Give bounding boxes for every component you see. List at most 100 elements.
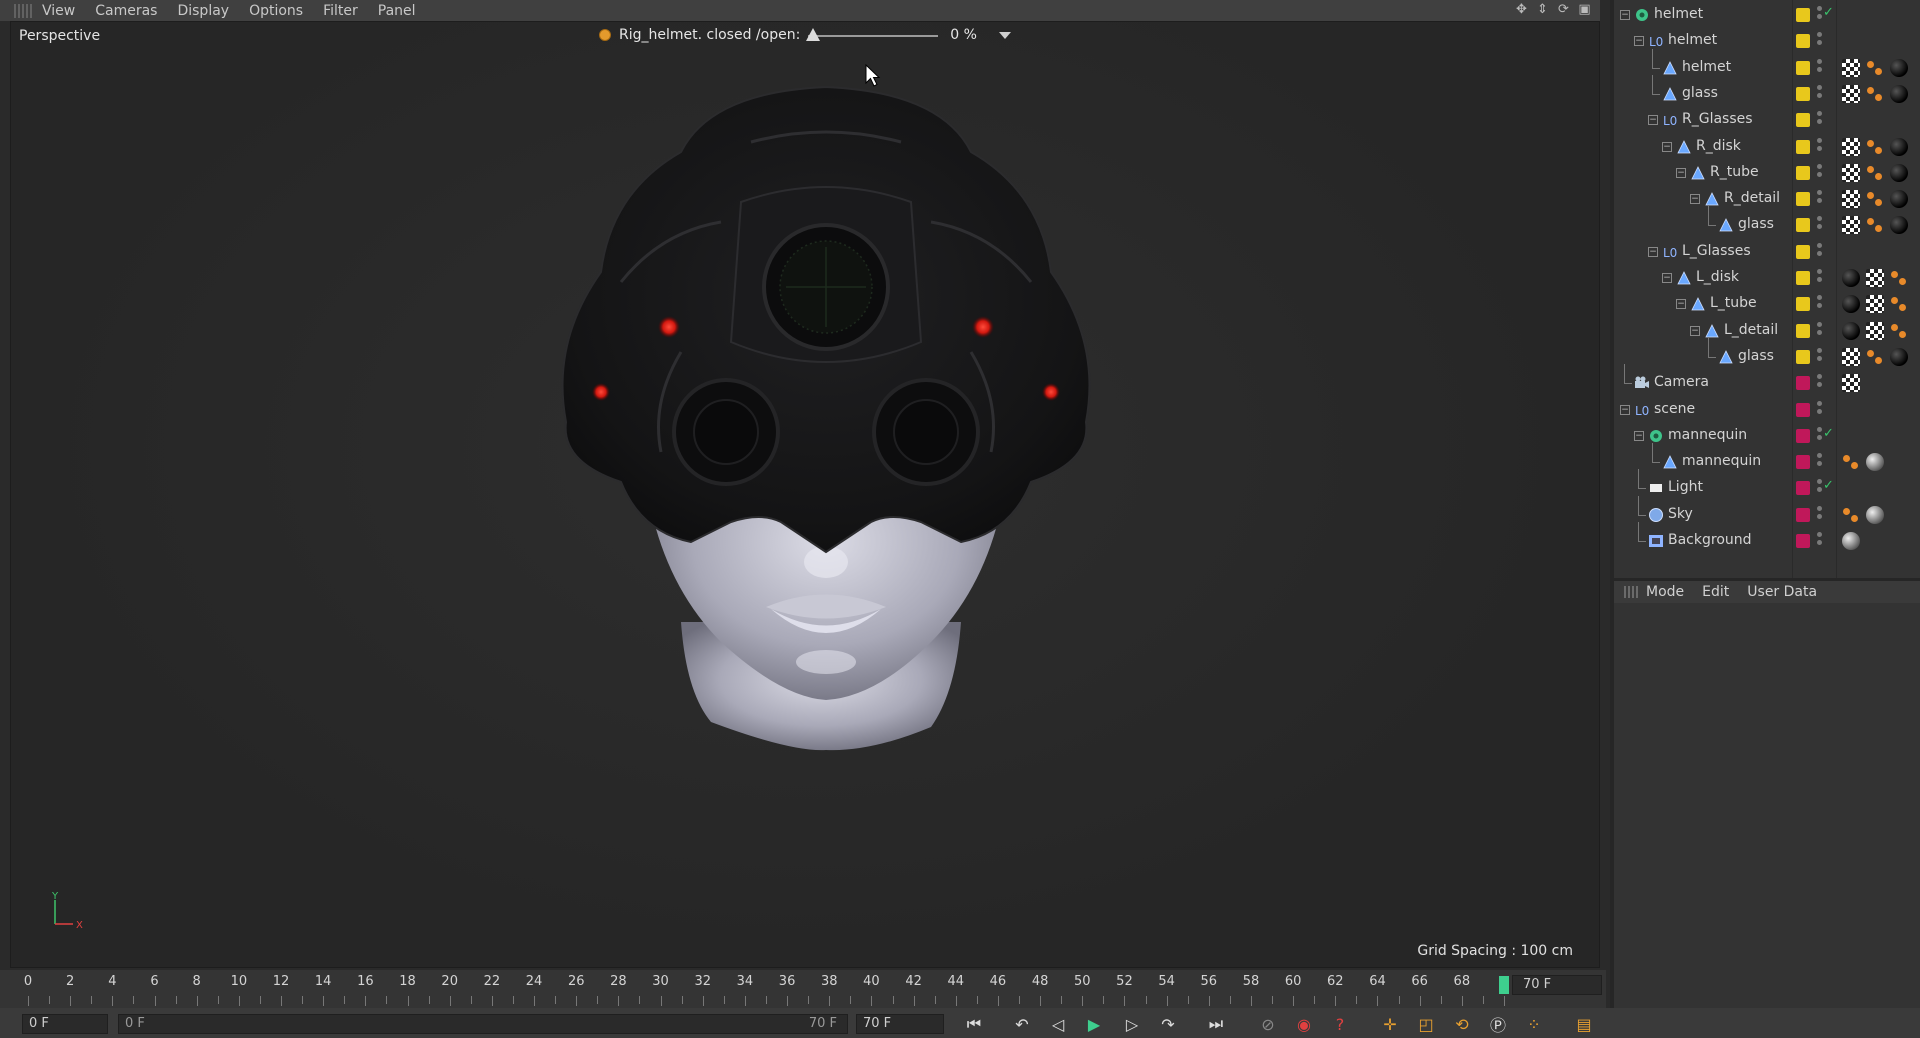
object-row[interactable]: glass: [1614, 74, 1920, 107]
object-name[interactable]: L_detail: [1724, 322, 1778, 338]
parameter-key-icon[interactable]: Ⓟ: [1486, 1013, 1510, 1035]
object-row[interactable]: Sky: [1614, 495, 1920, 528]
object-name[interactable]: glass: [1682, 85, 1718, 101]
layer-color-swatch[interactable]: [1796, 376, 1810, 391]
object-name[interactable]: mannequin: [1668, 427, 1747, 443]
rig-tag-icon[interactable]: [1842, 453, 1860, 471]
dark-tag-icon[interactable]: [1890, 58, 1908, 77]
checker-tag-icon[interactable]: [1842, 58, 1860, 77]
visibility-dots[interactable]: [1817, 32, 1823, 50]
visibility-dots[interactable]: [1817, 532, 1823, 550]
position-key-icon[interactable]: ✛: [1378, 1013, 1402, 1035]
scale-key-icon[interactable]: ◰: [1414, 1013, 1438, 1035]
object-row[interactable]: Camera: [1614, 364, 1920, 396]
rig-tag-icon[interactable]: [1842, 506, 1860, 524]
rotation-key-icon[interactable]: ⟲: [1450, 1013, 1474, 1035]
rig-keyframe-icon[interactable]: [599, 29, 611, 41]
checker-tag-icon[interactable]: [1842, 347, 1860, 366]
layer-color-swatch[interactable]: [1796, 428, 1810, 443]
object-row[interactable]: mannequin: [1614, 443, 1920, 475]
visibility-dots[interactable]: [1817, 400, 1823, 419]
rig-tag-icon[interactable]: [1866, 348, 1884, 366]
object-row[interactable]: glass: [1614, 206, 1920, 238]
move-view-icon[interactable]: ✥: [1514, 2, 1529, 17]
record-disabled-icon[interactable]: ⊘: [1256, 1013, 1280, 1035]
visibility-dots[interactable]: [1817, 374, 1823, 392]
checker-tag-icon[interactable]: [1842, 84, 1860, 103]
range-slider[interactable]: 0 F 70 F: [118, 1014, 848, 1034]
enabled-check-icon[interactable]: ✓: [1823, 426, 1834, 441]
layer-color-swatch[interactable]: [1796, 139, 1810, 154]
object-row[interactable]: − L0 R_Glasses: [1614, 107, 1920, 133]
rig-tag-icon[interactable]: [1866, 59, 1884, 77]
layer-color-swatch[interactable]: [1796, 402, 1810, 417]
rig-tag-icon[interactable]: [1866, 190, 1884, 208]
layer-color-swatch[interactable]: [1796, 481, 1810, 496]
object-row[interactable]: − L0 scene: [1614, 397, 1920, 423]
toggle-view-icon[interactable]: ▣: [1577, 2, 1592, 17]
object-name[interactable]: helmet: [1682, 59, 1731, 75]
object-name[interactable]: helmet: [1668, 32, 1717, 48]
previous-frame-icon[interactable]: ◁: [1046, 1013, 1070, 1035]
rig-tag-icon[interactable]: [1866, 216, 1884, 234]
rig-tag-icon[interactable]: [1890, 322, 1908, 340]
tree-expander-icon[interactable]: −: [1620, 404, 1630, 415]
menu-filter[interactable]: Filter: [313, 3, 368, 19]
object-name[interactable]: L_disk: [1696, 269, 1739, 285]
layer-color-swatch[interactable]: [1796, 113, 1810, 128]
timeline-window-icon[interactable]: ▤: [1572, 1013, 1596, 1035]
tree-expander-icon[interactable]: −: [1648, 246, 1658, 257]
dark-tag-icon[interactable]: [1842, 321, 1860, 340]
layer-color-swatch[interactable]: [1796, 8, 1810, 22]
object-row[interactable]: − L_detail: [1614, 318, 1920, 344]
menu-cameras[interactable]: Cameras: [85, 3, 167, 19]
object-name[interactable]: R_tube: [1710, 164, 1759, 180]
timeline-playhead[interactable]: [1499, 976, 1509, 994]
enabled-check-icon[interactable]: ✓: [1823, 478, 1834, 493]
object-row[interactable]: − L_disk: [1614, 265, 1920, 291]
zoom-view-icon[interactable]: ⇕: [1535, 2, 1550, 17]
object-name[interactable]: glass: [1738, 348, 1774, 364]
tree-expander-icon[interactable]: −: [1690, 194, 1700, 205]
visibility-dots[interactable]: [1817, 137, 1823, 156]
object-row[interactable]: − R_detail: [1614, 186, 1920, 212]
visibility-dots[interactable]: [1817, 505, 1823, 524]
object-row[interactable]: Background: [1614, 522, 1920, 554]
max-frame-field[interactable]: 70 F: [856, 1014, 944, 1034]
tree-expander-icon[interactable]: −: [1620, 10, 1630, 20]
visibility-dots[interactable]: [1817, 163, 1823, 182]
object-name[interactable]: Background: [1668, 532, 1752, 548]
object-name[interactable]: helmet: [1654, 6, 1703, 22]
visibility-dots[interactable]: [1817, 347, 1823, 366]
visibility-dots[interactable]: [1817, 58, 1823, 77]
rig-tag-icon[interactable]: [1866, 138, 1884, 156]
go-to-end-icon[interactable]: ⏭: [1204, 1013, 1228, 1035]
object-name[interactable]: scene: [1654, 401, 1695, 417]
tree-expander-icon[interactable]: −: [1676, 299, 1686, 310]
tree-expander-icon[interactable]: −: [1648, 115, 1658, 126]
tree-expander-icon[interactable]: −: [1662, 273, 1672, 283]
layer-color-swatch[interactable]: [1796, 323, 1810, 338]
enabled-check-icon[interactable]: ✓: [1823, 5, 1834, 20]
checker-tag-icon[interactable]: [1866, 321, 1884, 340]
layer-color-swatch[interactable]: [1796, 271, 1810, 285]
menu-user-data[interactable]: User Data: [1747, 584, 1817, 600]
grey-tag-icon[interactable]: [1842, 532, 1860, 550]
object-name[interactable]: L_tube: [1710, 295, 1757, 311]
visibility-dots[interactable]: [1817, 111, 1823, 129]
menu-panel[interactable]: Panel: [368, 3, 426, 19]
object-row[interactable]: − L_tube: [1614, 291, 1920, 317]
object-name[interactable]: glass: [1738, 216, 1774, 232]
object-name[interactable]: mannequin: [1682, 453, 1761, 469]
rig-tag-icon[interactable]: [1866, 164, 1884, 182]
layer-color-swatch[interactable]: [1796, 507, 1810, 522]
keyframe-selection-icon[interactable]: ?: [1328, 1013, 1352, 1035]
play-icon[interactable]: ▶: [1082, 1013, 1106, 1035]
object-row[interactable]: − L0 helmet: [1614, 28, 1920, 54]
object-row[interactable]: helmet: [1614, 48, 1920, 81]
dark-tag-icon[interactable]: [1842, 269, 1860, 287]
object-row[interactable]: − R_disk: [1614, 134, 1920, 160]
layer-color-swatch[interactable]: [1796, 297, 1810, 312]
object-name[interactable]: L_Glasses: [1682, 243, 1751, 259]
dark-tag-icon[interactable]: [1890, 137, 1908, 156]
